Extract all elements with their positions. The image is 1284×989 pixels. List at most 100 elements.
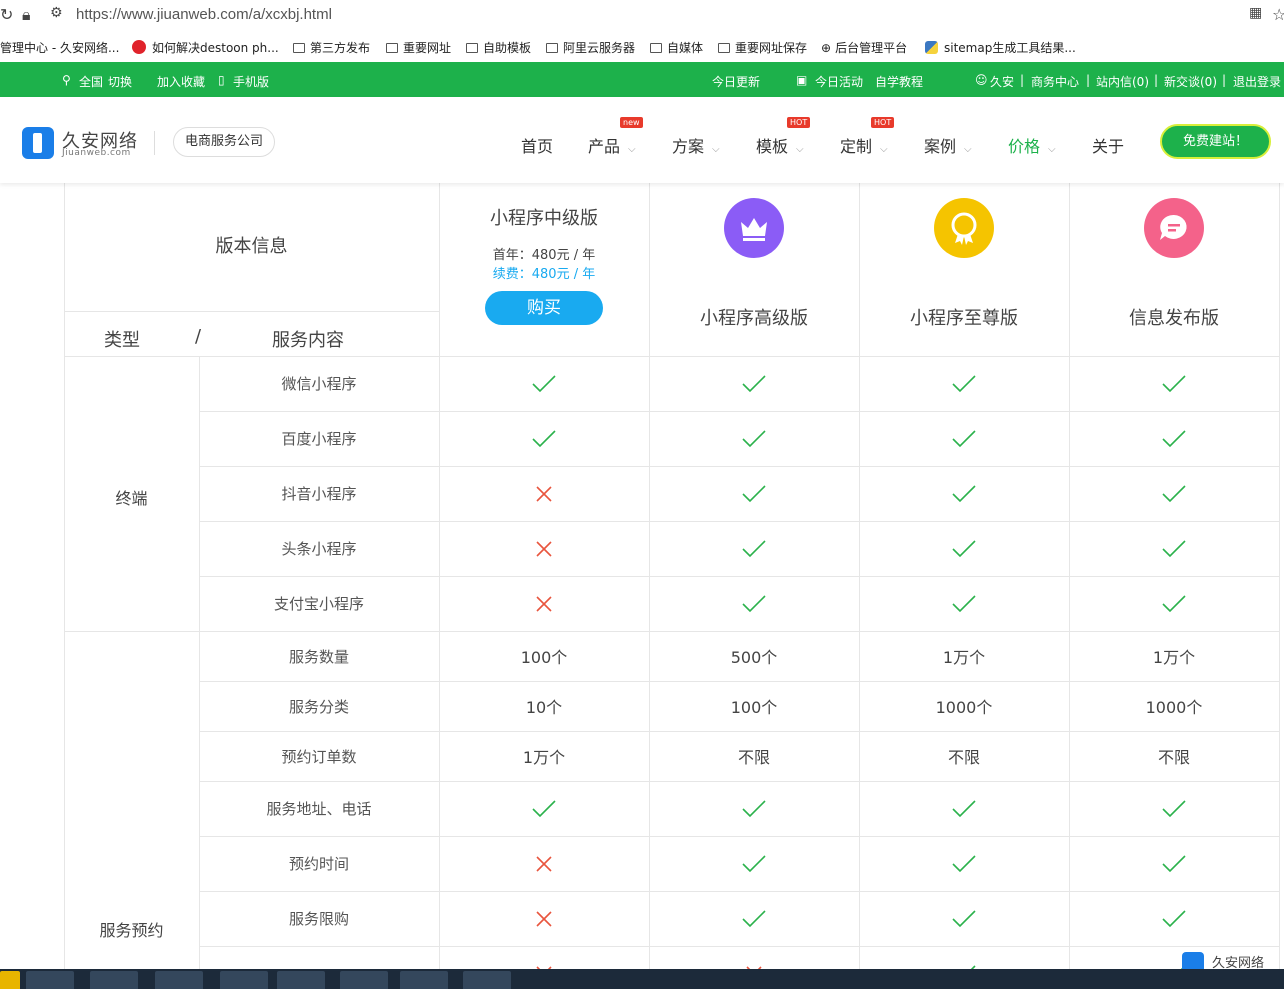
taskbar-app-icon[interactable] — [277, 971, 325, 989]
bookmark-item[interactable]: 重要网址保存 — [718, 39, 807, 56]
check-icon — [649, 466, 859, 521]
taskbar-app-icon[interactable] — [155, 971, 203, 989]
grid-line — [1279, 183, 1280, 969]
bookmark-item[interactable]: 管理中心 - 久安网络... — [0, 39, 119, 56]
grid-line — [64, 183, 65, 969]
taskbar-app-icon[interactable] — [400, 971, 448, 989]
buy-button[interactable]: 购买 — [485, 291, 603, 325]
service-name: 预约订单数 — [281, 747, 357, 766]
service-name: 服务地址、电话 — [266, 800, 372, 818]
service-name: 服务分类 — [288, 697, 349, 716]
gift-icon: ▣ — [796, 73, 808, 87]
check-icon — [1069, 781, 1279, 836]
bookmark-item[interactable]: 第三方发布 — [293, 39, 370, 56]
bookmark-item[interactable]: 阿里云服务器 — [546, 39, 635, 56]
divider: | — [1020, 73, 1025, 87]
check-icon — [1069, 411, 1279, 466]
url-field[interactable]: https://www.jiuanweb.com/a/xcxbj.html — [76, 6, 332, 23]
python-icon — [925, 41, 938, 54]
nav-templates[interactable]: 模板 ⌵ — [756, 133, 804, 157]
today-activity-link[interactable]: 今日活动 — [815, 73, 863, 90]
refresh-icon[interactable]: ↻ — [0, 5, 13, 24]
feature-value: 100个 — [520, 648, 568, 667]
nav-cases[interactable]: 案例 ⌵ — [924, 133, 972, 157]
add-favorite-link[interactable]: 加入收藏 — [157, 73, 205, 90]
nav-products[interactable]: 产品 ⌵ — [588, 133, 636, 157]
nav-pricing[interactable]: 价格 ⌵ — [1008, 133, 1056, 157]
plan-name: 小程序中级版 — [490, 208, 598, 229]
logo-icon[interactable] — [22, 127, 54, 159]
cross-icon — [439, 576, 649, 631]
crown-icon — [724, 198, 784, 258]
bookmark-item[interactable]: 重要网址 — [386, 39, 451, 56]
nav-solutions[interactable]: 方案 ⌵ — [672, 133, 720, 157]
company-tag[interactable]: 电商服务公司 — [173, 127, 275, 157]
feature-value: 100个 — [730, 698, 778, 717]
taskbar-app-icon[interactable] — [26, 971, 74, 989]
taskbar-app-icon[interactable] — [340, 971, 388, 989]
taskbar-app-icon[interactable] — [220, 971, 268, 989]
chevron-down-icon: ⌵ — [796, 144, 804, 155]
plan-name: 小程序至尊版 — [910, 308, 1018, 329]
renew-price: 续费：480元 / 年 — [492, 267, 596, 282]
feature-value: 1000个 — [1145, 698, 1203, 717]
favorite-icon[interactable]: ☆ — [1272, 5, 1284, 24]
self-study-link[interactable]: 自学教程 — [875, 73, 923, 90]
bookmark-item[interactable]: 自助模板 — [466, 39, 531, 56]
check-icon — [649, 411, 859, 466]
folder-icon — [386, 43, 398, 53]
check-icon — [1069, 466, 1279, 521]
logout-link[interactable]: 退出登录 — [1233, 73, 1281, 90]
new-talk-link[interactable]: 新交谈(0) — [1164, 73, 1217, 90]
check-icon — [859, 356, 1069, 411]
check-icon — [649, 891, 859, 946]
cross-icon — [439, 946, 649, 969]
check-icon — [1069, 356, 1279, 411]
check-icon — [649, 521, 859, 576]
header-slash: / — [194, 326, 202, 347]
today-update-link[interactable]: 今日更新 — [712, 73, 760, 90]
folder-icon — [650, 43, 662, 53]
site-header: 久安网络 Jiuanweb.com 电商服务公司 首页 产品 ⌵ new 方案 ⌵ … — [0, 97, 1284, 183]
bookmarks-bar: 管理中心 - 久安网络... 如何解决destoon ph... 第三方发布 重… — [0, 31, 1284, 62]
bookmark-item[interactable]: 如何解决destoon ph... — [132, 39, 279, 56]
business-center-link[interactable]: 商务中心 — [1031, 73, 1079, 90]
bookmark-item[interactable]: sitemap生成工具结果... — [925, 39, 1076, 56]
site-info-icon[interactable]: ⚙︎ — [50, 5, 63, 21]
mobile-link[interactable]: 手机版 — [233, 73, 269, 90]
qr-code-icon[interactable]: ▦ — [1249, 5, 1262, 21]
cross-icon — [439, 891, 649, 946]
service-name: 头条小程序 — [281, 540, 357, 558]
taskbar-app-icon[interactable] — [0, 971, 20, 989]
check-icon — [439, 781, 649, 836]
taskbar-app-icon[interactable] — [463, 971, 511, 989]
switch-region-link[interactable]: 切换 — [108, 73, 132, 90]
plan-name: 信息发布版 — [1129, 308, 1219, 329]
check-icon — [859, 521, 1069, 576]
nav-home[interactable]: 首页 — [521, 133, 553, 157]
check-icon — [859, 781, 1069, 836]
group-label: 终端 — [115, 489, 148, 508]
hot-badge: HOT — [871, 117, 895, 128]
free-build-button[interactable]: 免费建站！ — [1160, 124, 1271, 159]
nav-custom[interactable]: 定制 ⌵ — [840, 133, 888, 157]
message-icon — [1144, 198, 1204, 258]
user-link[interactable]: 久安 — [990, 73, 1014, 90]
feature-value: 1万个 — [942, 648, 986, 667]
divider: | — [1222, 73, 1227, 87]
bookmark-item[interactable]: 自媒体 — [650, 39, 703, 56]
plan-name: 小程序高级版 — [700, 308, 808, 329]
folder-icon — [718, 43, 730, 53]
nav-about[interactable]: 关于 — [1092, 133, 1124, 157]
hot-badge: HOT — [787, 117, 811, 128]
taskbar — [0, 969, 1284, 989]
feature-value: 不限 — [1157, 748, 1190, 767]
check-icon — [859, 411, 1069, 466]
lock-icon[interactable]: 🔒︎ — [22, 5, 31, 25]
group-label: 服务预约 — [99, 921, 164, 940]
bookmark-item[interactable]: ⊕ 后台管理平台 — [821, 39, 907, 56]
taskbar-app-icon[interactable] — [90, 971, 138, 989]
inbox-link[interactable]: 站内信(0) — [1096, 73, 1149, 90]
check-icon — [859, 836, 1069, 891]
check-icon — [649, 781, 859, 836]
